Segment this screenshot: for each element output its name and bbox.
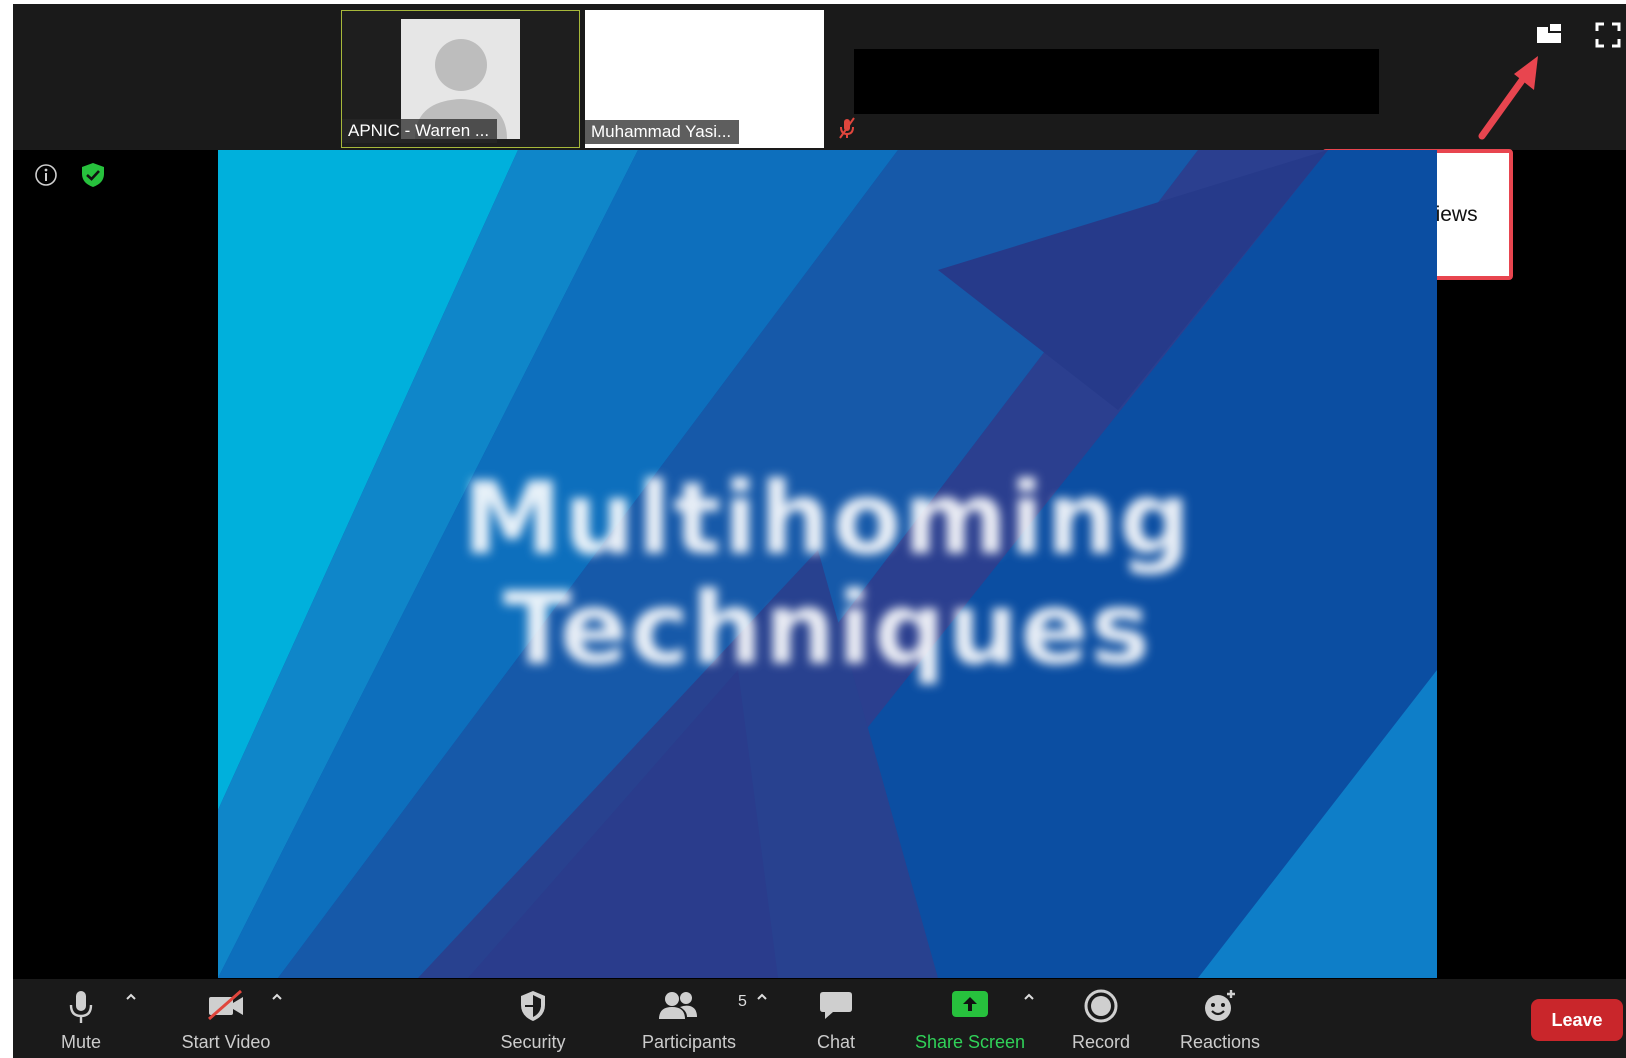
shield-icon bbox=[518, 989, 548, 1028]
switch-views-icon[interactable] bbox=[1536, 22, 1564, 46]
security-label: Security bbox=[500, 1032, 566, 1052]
video-options-chevron-up-icon[interactable] bbox=[270, 990, 284, 1004]
muted-mic-icon bbox=[837, 116, 857, 140]
reactions-label: Reactions bbox=[1179, 1032, 1261, 1052]
record-button[interactable]: Record bbox=[1063, 979, 1139, 1058]
meeting-window: APNIC - Warren ... Muhammad Yasi... view… bbox=[13, 4, 1626, 1058]
chat-button[interactable]: Chat bbox=[806, 979, 866, 1058]
record-icon bbox=[1084, 989, 1118, 1028]
mute-button[interactable]: Mute bbox=[51, 979, 111, 1058]
participant-tile[interactable]: APNIC - Warren ... bbox=[341, 10, 580, 148]
leave-button[interactable]: Leave bbox=[1531, 999, 1623, 1041]
meeting-toolbar: Mute Start Video Security Participants 5… bbox=[13, 979, 1626, 1058]
annotation-arrow bbox=[1476, 44, 1556, 142]
smiley-plus-icon bbox=[1202, 989, 1238, 1028]
participant-name: Muhammad Yasi... bbox=[585, 120, 740, 144]
slide-title-line1: Multihoming bbox=[462, 460, 1193, 577]
share-screen-button[interactable]: Share Screen bbox=[907, 979, 1033, 1058]
fullscreen-icon[interactable] bbox=[1595, 22, 1621, 48]
participant-name: APNIC - Warren ... bbox=[342, 119, 498, 143]
reactions-button[interactable]: Reactions bbox=[1166, 979, 1274, 1058]
participants-label: Participants bbox=[641, 1032, 737, 1052]
start-video-button[interactable]: Start Video bbox=[175, 979, 277, 1058]
slide-title-line2: Techniques bbox=[503, 570, 1152, 687]
participants-options-chevron-up-icon[interactable] bbox=[755, 990, 769, 1004]
info-icon[interactable] bbox=[33, 162, 59, 188]
share-screen-icon bbox=[951, 989, 989, 1024]
record-label: Record bbox=[1071, 1032, 1131, 1052]
shield-check-icon[interactable] bbox=[79, 161, 107, 189]
microphone-icon bbox=[67, 989, 95, 1030]
start-video-label: Start Video bbox=[181, 1032, 271, 1052]
participant-strip: APNIC - Warren ... Muhammad Yasi... bbox=[13, 4, 1626, 150]
participants-button[interactable]: Participants bbox=[633, 979, 745, 1058]
share-screen-label: Share Screen bbox=[914, 1032, 1026, 1052]
participant-tile[interactable]: Muhammad Yasi... bbox=[585, 10, 824, 148]
security-button[interactable]: Security bbox=[493, 979, 573, 1058]
video-off-icon bbox=[207, 989, 245, 1026]
participants-count: 5 bbox=[738, 993, 747, 1010]
people-icon bbox=[658, 989, 698, 1026]
mute-label: Mute bbox=[60, 1032, 102, 1052]
chat-label: Chat bbox=[816, 1032, 856, 1052]
share-options-chevron-up-icon[interactable] bbox=[1022, 990, 1036, 1004]
redacted-region bbox=[854, 49, 1379, 114]
shared-screen-content: Multihoming Techniques bbox=[218, 150, 1437, 978]
audio-options-chevron-up-icon[interactable] bbox=[124, 990, 138, 1004]
chat-bubble-icon bbox=[819, 989, 853, 1026]
